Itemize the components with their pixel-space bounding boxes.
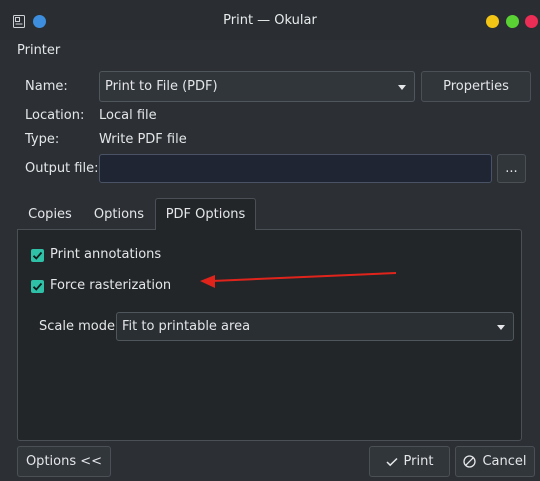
scale-mode-label: Scale mode: [39, 319, 120, 334]
window-title: Print — Okular [223, 13, 317, 28]
print-annotations-checkbox[interactable] [31, 249, 44, 262]
chevron-down-icon [497, 325, 505, 330]
checkmark-icon [32, 251, 43, 260]
cancel-button[interactable]: Cancel [455, 446, 535, 477]
checkmark-icon [32, 282, 43, 291]
print-label: Print [403, 454, 434, 469]
force-rasterization-label: Force rasterization [50, 278, 172, 293]
output-file-label: Output file: [25, 161, 99, 176]
print-annotations-label: Print annotations [50, 247, 162, 262]
tab-copies[interactable]: Copies [20, 198, 80, 230]
cancel-icon [463, 455, 477, 468]
location-label: Location: [25, 108, 85, 123]
checkmark-icon [386, 457, 398, 466]
properties-button[interactable]: Properties [421, 71, 531, 102]
title-bar[interactable]: Print — Okular [0, 0, 540, 40]
tab-pdf-options[interactable]: PDF Options [155, 198, 256, 230]
chevron-down-icon [398, 85, 406, 90]
close-button[interactable] [525, 15, 538, 28]
output-file-field[interactable] [99, 154, 492, 183]
pdf-options-panel: Print annotations Force rasterization Sc… [17, 229, 522, 441]
print-dialog: Print — Okular Printer Name: Print to Fi… [0, 0, 540, 481]
force-rasterization-checkbox[interactable] [31, 280, 44, 293]
cancel-label: Cancel [482, 454, 527, 469]
type-value: Write PDF file [99, 132, 187, 147]
printer-name-value: Print to File (PDF) [105, 79, 218, 94]
location-value: Local file [99, 108, 157, 123]
maximize-button[interactable] [506, 15, 519, 28]
tab-options[interactable]: Options [85, 198, 153, 230]
name-label: Name: [25, 79, 68, 94]
printer-section-title: Printer [17, 43, 61, 58]
browse-button[interactable]: ... [497, 154, 526, 183]
type-label: Type: [25, 132, 60, 147]
scale-mode-select[interactable]: Fit to printable area [116, 312, 514, 341]
options-toggle-button[interactable]: Options << [17, 446, 111, 477]
printer-name-select[interactable]: Print to File (PDF) [99, 71, 415, 102]
scale-mode-value: Fit to printable area [122, 319, 251, 334]
print-button[interactable]: Print [369, 446, 450, 477]
minimize-button[interactable] [486, 15, 499, 28]
